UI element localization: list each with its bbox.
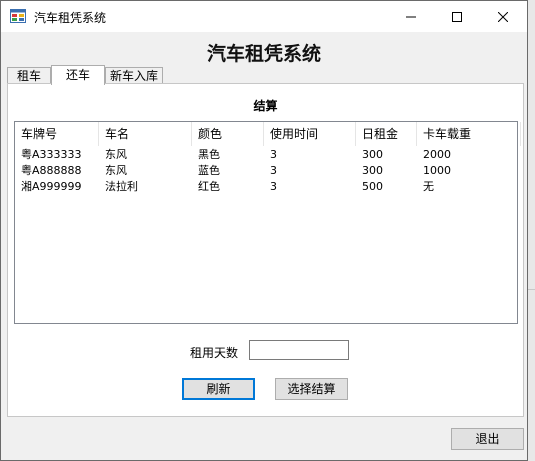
cell-truck-load: 2000 bbox=[423, 148, 451, 161]
exit-button[interactable]: 退出 bbox=[451, 428, 524, 450]
column-header[interactable]: 车牌号 bbox=[15, 122, 99, 146]
rental-days-label: 租用天数 bbox=[190, 346, 239, 360]
table-row[interactable]: 粤A333333 东风 黑色 3 300 2000 bbox=[15, 147, 517, 163]
title-bar: 汽车租凭系统 bbox=[1, 1, 527, 32]
close-button[interactable] bbox=[480, 1, 526, 32]
tab-new-car-entry[interactable]: 新车入库 bbox=[105, 67, 163, 84]
return-tab-panel: 结算 车牌号 车名 颜色 使用时间 日租金 卡车载重 粤A333333 东风 黑… bbox=[7, 83, 524, 417]
cell-truck-load: 无 bbox=[423, 180, 434, 193]
minimize-button[interactable] bbox=[388, 1, 434, 32]
cell-color: 红色 bbox=[198, 180, 220, 193]
column-header[interactable]: 卡车载重 bbox=[417, 122, 521, 146]
cell-plate: 粤A333333 bbox=[21, 148, 82, 161]
app-heading: 汽车租凭系统 bbox=[206, 43, 321, 65]
cell-plate: 湘A999999 bbox=[21, 180, 82, 193]
footer-bar bbox=[1, 419, 527, 460]
cell-color: 黑色 bbox=[198, 148, 220, 161]
main-window: 汽车租凭系统 汽车租凭系统 租车 还车 新车入库 结算 车牌号 车名 颜色 使用… bbox=[0, 0, 528, 461]
tab-rent[interactable]: 租车 bbox=[7, 67, 51, 84]
column-header[interactable]: 使用时间 bbox=[264, 122, 356, 146]
select-settle-button[interactable]: 选择结算 bbox=[275, 378, 348, 400]
cell-car-name: 东风 bbox=[105, 164, 127, 177]
minimize-icon bbox=[406, 16, 416, 17]
rental-days-input[interactable] bbox=[249, 340, 349, 360]
cell-daily-rent: 300 bbox=[362, 148, 383, 161]
table-row[interactable]: 湘A999999 法拉利 红色 3 500 无 bbox=[15, 179, 517, 195]
cell-truck-load: 1000 bbox=[423, 164, 451, 177]
cell-daily-rent: 500 bbox=[362, 180, 383, 193]
maximize-icon bbox=[452, 11, 462, 22]
car-rental-app-icon bbox=[10, 9, 26, 23]
column-header[interactable]: 颜色 bbox=[192, 122, 264, 146]
cell-car-name: 法拉利 bbox=[105, 180, 138, 193]
cell-plate: 粤A888888 bbox=[21, 164, 82, 177]
table-row[interactable]: 粤A888888 东风 蓝色 3 300 1000 bbox=[15, 163, 517, 179]
listview-header: 车牌号 车名 颜色 使用时间 日租金 卡车载重 bbox=[15, 122, 521, 146]
cell-car-name: 东风 bbox=[105, 148, 127, 161]
cell-usage-time: 3 bbox=[270, 180, 277, 193]
rental-listview[interactable]: 车牌号 车名 颜色 使用时间 日租金 卡车载重 粤A333333 东风 黑色 3… bbox=[14, 121, 521, 324]
cell-usage-time: 3 bbox=[270, 148, 277, 161]
cell-daily-rent: 300 bbox=[362, 164, 383, 177]
cell-usage-time: 3 bbox=[270, 164, 277, 177]
section-title: 结算 bbox=[253, 99, 278, 113]
refresh-button[interactable]: 刷新 bbox=[182, 378, 255, 400]
cell-color: 蓝色 bbox=[198, 164, 220, 177]
tab-return[interactable]: 还车 bbox=[51, 65, 105, 85]
column-header[interactable]: 日租金 bbox=[356, 122, 417, 146]
maximize-button[interactable] bbox=[434, 1, 480, 32]
background-divider bbox=[528, 289, 535, 290]
close-icon bbox=[498, 11, 508, 22]
window-title: 汽车租凭系统 bbox=[34, 11, 107, 25]
column-header[interactable]: 车名 bbox=[99, 122, 192, 146]
